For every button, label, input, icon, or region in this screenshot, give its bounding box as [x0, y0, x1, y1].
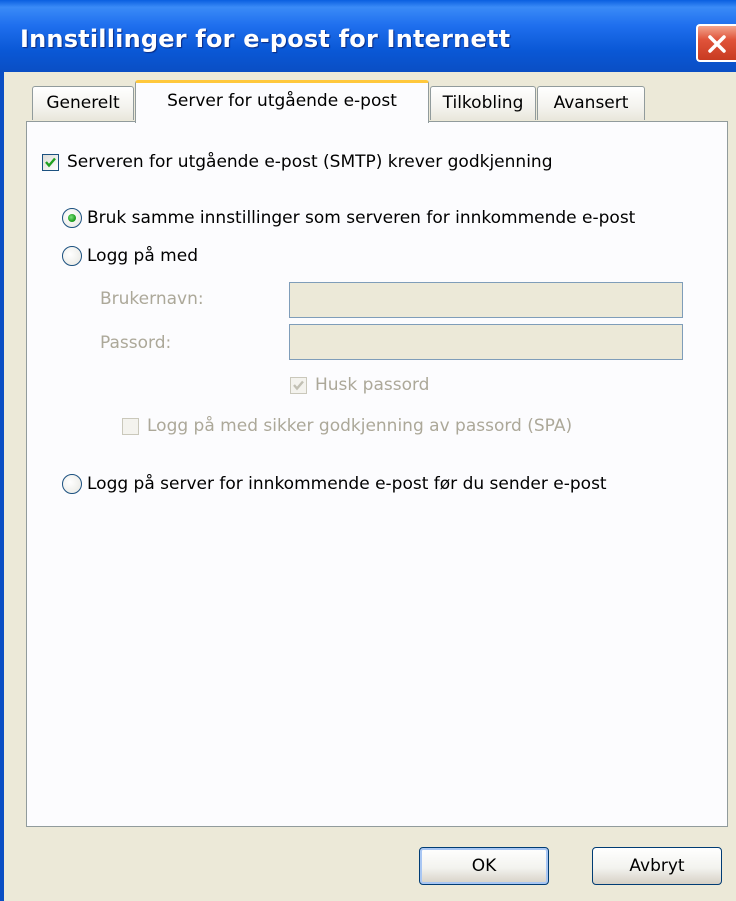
checkmark-icon — [293, 380, 304, 391]
ok-button[interactable]: OK — [419, 847, 549, 885]
radio-dot-icon — [68, 214, 76, 222]
radio-login-with[interactable] — [62, 246, 82, 266]
close-x-icon — [708, 35, 726, 53]
close-button[interactable] — [696, 24, 736, 62]
radio-pop-before[interactable] — [62, 474, 82, 494]
smtp-auth-checkbox[interactable] — [42, 154, 59, 171]
password-field[interactable] — [289, 324, 683, 360]
tab-generelt-label: Generelt — [46, 93, 120, 113]
remember-password-label: Husk passord — [315, 375, 430, 395]
radio-pop-before-label: Logg på server for innkommende e-post fø… — [87, 474, 607, 494]
dialog-window: Innstillinger for e-post for Internett G… — [0, 0, 736, 901]
tab-generelt[interactable]: Generelt — [32, 86, 134, 120]
radio-login-with-label: Logg på med — [87, 246, 198, 266]
spa-label: Logg på med sikker godkjenning av passor… — [147, 416, 573, 436]
username-label: Brukernavn: — [100, 289, 204, 309]
smtp-auth-label: Serveren for utgående e-post (SMTP) krev… — [67, 152, 553, 172]
checkmark-icon — [45, 157, 56, 168]
tab-avansert-label: Avansert — [553, 93, 629, 113]
spa-checkbox[interactable] — [122, 418, 139, 435]
tab-tilkobling-label: Tilkobling — [442, 93, 524, 113]
tab-server-for-utgaende-e-post[interactable]: Server for utgående e-post — [135, 80, 429, 123]
radio-same-settings-label: Bruk samme innstillinger som serveren fo… — [87, 208, 636, 228]
window-title: Innstillinger for e-post for Internett — [20, 25, 511, 53]
title-bar[interactable]: Innstillinger for e-post for Internett — [0, 0, 736, 72]
window-border-left — [0, 72, 4, 901]
tab-server-label: Server for utgående e-post — [167, 91, 397, 111]
tab-tilkobling[interactable]: Tilkobling — [430, 86, 536, 120]
password-label: Passord: — [100, 333, 172, 353]
remember-password-checkbox[interactable] — [290, 377, 307, 394]
tab-avansert[interactable]: Avansert — [537, 86, 645, 120]
username-field[interactable] — [289, 282, 683, 318]
radio-same-settings[interactable] — [62, 208, 82, 228]
cancel-button[interactable]: Avbryt — [592, 847, 722, 885]
